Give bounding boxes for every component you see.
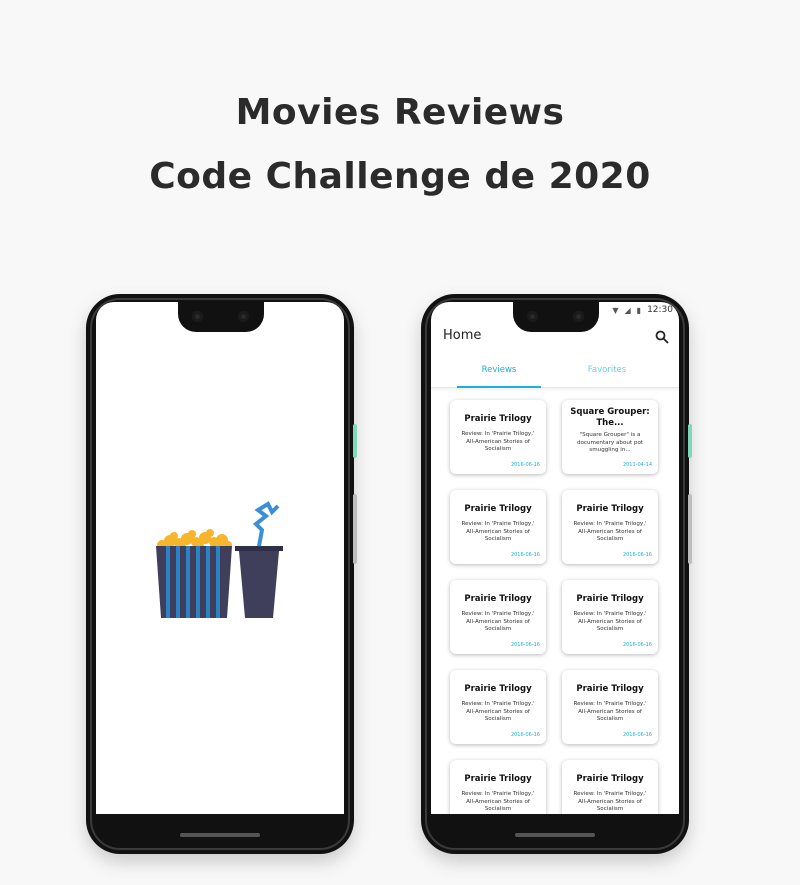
card-date: 2016-06-16 bbox=[510, 552, 540, 558]
review-card[interactable]: Prairie Trilogy Review: In 'Prairie Trilo… bbox=[450, 580, 546, 654]
cup-lid bbox=[235, 546, 283, 551]
cup-icon bbox=[239, 551, 279, 618]
camera-icon bbox=[238, 311, 249, 322]
review-card[interactable]: Square Grouper: The... "Square Grouper" i… bbox=[562, 400, 658, 474]
tab-favorites[interactable]: Favorites bbox=[565, 365, 649, 375]
phone-home: ▼ ◢ ▮ 12:30 Home Reviews Favorites Prair… bbox=[421, 294, 692, 854]
power-button bbox=[353, 424, 357, 458]
page-title: Home bbox=[443, 328, 482, 343]
review-card[interactable]: Prairie Trilogy Review: In 'Prairie Trilo… bbox=[450, 490, 546, 564]
review-card[interactable]: Prairie Trilogy Review: In 'Prairie Trilo… bbox=[562, 760, 658, 814]
card-body: Review: In 'Prairie Trilogy,' All-Americ… bbox=[573, 791, 647, 813]
camera-icon bbox=[192, 311, 203, 322]
volume-button bbox=[688, 494, 692, 564]
review-card[interactable]: Prairie Trilogy Review: In 'Prairie Trilo… bbox=[450, 670, 546, 744]
wifi-icon: ▼ bbox=[612, 305, 619, 315]
power-button bbox=[688, 424, 692, 458]
camera-icon bbox=[573, 311, 584, 322]
notch bbox=[513, 302, 599, 332]
card-body: Review: In 'Prairie Trilogy,' All-Americ… bbox=[461, 521, 535, 543]
card-title: Prairie Trilogy bbox=[464, 594, 532, 604]
popcorn-drink-logo bbox=[156, 501, 283, 618]
card-date: 2011-04-14 bbox=[622, 462, 652, 468]
card-body: Review: In 'Prairie Trilogy,' All-Americ… bbox=[461, 431, 535, 453]
card-title: Prairie Trilogy bbox=[576, 774, 644, 784]
card-date: 2016-06-16 bbox=[510, 642, 540, 648]
card-date: 2016-06-16 bbox=[622, 642, 652, 648]
review-card[interactable]: Prairie Trilogy Review: In 'Prairie Trilo… bbox=[450, 400, 546, 474]
card-body: Review: In 'Prairie Trilogy,' All-Americ… bbox=[573, 701, 647, 723]
tab-indicator bbox=[457, 386, 541, 388]
phone-chin bbox=[421, 814, 689, 854]
home-indicator bbox=[515, 833, 595, 837]
card-title: Prairie Trilogy bbox=[576, 594, 644, 604]
review-card[interactable]: Prairie Trilogy Review: In 'Prairie Trilo… bbox=[562, 670, 658, 744]
review-card[interactable]: Prairie Trilogy Review: In 'Prairie Trilo… bbox=[562, 580, 658, 654]
card-date: 2016-06-16 bbox=[622, 732, 652, 738]
notch bbox=[178, 302, 264, 332]
card-date: 2016-06-16 bbox=[510, 462, 540, 468]
review-card[interactable]: Prairie Trilogy Review: In 'Prairie Trilo… bbox=[562, 490, 658, 564]
search-icon[interactable] bbox=[655, 330, 669, 344]
card-body: Review: In 'Prairie Trilogy,' All-Americ… bbox=[461, 791, 535, 813]
card-body: Review: In 'Prairie Trilogy,' All-Americ… bbox=[573, 611, 647, 633]
volume-button bbox=[353, 494, 357, 564]
headline-title: Movies Reviews bbox=[235, 92, 565, 133]
card-body: Review: In 'Prairie Trilogy,' All-Americ… bbox=[573, 521, 647, 543]
card-title: Prairie Trilogy bbox=[576, 684, 644, 694]
home-screen: ▼ ◢ ▮ 12:30 Home Reviews Favorites Prair… bbox=[431, 302, 679, 814]
phone-splash bbox=[86, 294, 357, 854]
card-date: 2016-06-16 bbox=[622, 552, 652, 558]
phone-chin bbox=[86, 814, 354, 854]
status-bar: ▼ ◢ ▮ 12:30 bbox=[612, 305, 673, 315]
card-body: "Square Grouper" is a documentary about … bbox=[576, 432, 644, 454]
home-indicator bbox=[180, 833, 260, 837]
straw-icon bbox=[253, 501, 280, 547]
card-title: Square Grouper: The... bbox=[570, 407, 650, 428]
card-title: Prairie Trilogy bbox=[464, 684, 532, 694]
battery-icon: ▮ bbox=[636, 305, 642, 315]
card-body: Review: In 'Prairie Trilogy,' All-Americ… bbox=[461, 701, 535, 723]
camera-icon bbox=[527, 311, 538, 322]
review-card[interactable]: Prairie Trilogy Review: In 'Prairie Trilo… bbox=[450, 760, 546, 814]
tab-bar: Reviews Favorites bbox=[431, 359, 679, 388]
card-title: Prairie Trilogy bbox=[464, 414, 532, 424]
card-date: 2016-06-16 bbox=[510, 732, 540, 738]
status-time: 12:30 bbox=[647, 305, 673, 315]
card-title: Prairie Trilogy bbox=[464, 504, 532, 514]
splash-screen bbox=[96, 302, 344, 814]
tab-reviews[interactable]: Reviews bbox=[457, 365, 541, 375]
card-body: Review: In 'Prairie Trilogy,' All-Americ… bbox=[461, 611, 535, 633]
card-title: Prairie Trilogy bbox=[576, 504, 644, 514]
headline-subtitle: Code Challenge de 2020 bbox=[149, 156, 651, 197]
card-title: Prairie Trilogy bbox=[464, 774, 532, 784]
signal-icon: ◢ bbox=[624, 305, 631, 315]
